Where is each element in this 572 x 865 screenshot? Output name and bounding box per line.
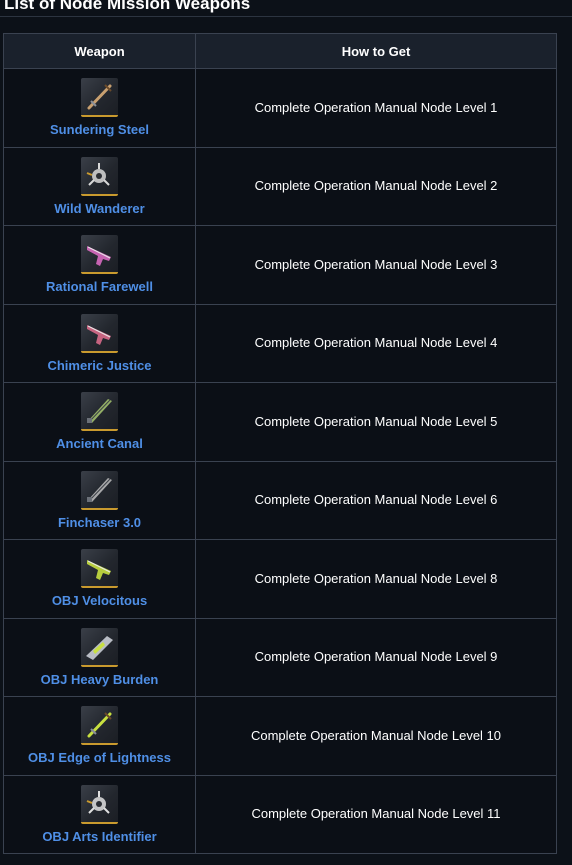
how-to-get-text: Complete Operation Manual Node Level 1 — [254, 99, 498, 115]
weapon-cell: Ancient Canal — [3, 382, 196, 462]
sword-icon — [83, 80, 116, 113]
weapon-thumbnail[interactable] — [81, 549, 118, 589]
table-row: OBJ Arts Identifier Complete Operation Ma… — [3, 774, 557, 854]
table-body: Sundering Steel Complete Operation Manual… — [3, 68, 557, 854]
how-to-get-text: Complete Operation Manual Node Level 9 — [254, 649, 498, 665]
how-to-get-cell: Complete Operation Manual Node Level 2 — [195, 146, 557, 226]
table-row: Rational Farewell Complete Operation Manu… — [3, 225, 557, 305]
weapon-name-link[interactable]: Finchaser 3.0 — [58, 515, 141, 530]
how-to-get-cell: Complete Operation Manual Node Level 11 — [195, 774, 557, 854]
how-to-get-cell: Complete Operation Manual Node Level 3 — [195, 225, 557, 305]
how-to-get-text: Complete Operation Manual Node Level 2 — [254, 178, 498, 194]
weapon-cell-content: Chimeric Justice — [4, 313, 195, 373]
page: List of Node Mission Weapons Weapon How … — [0, 0, 572, 865]
weapon-cell-content: OBJ Heavy Burden — [4, 627, 195, 687]
weapons-table: Weapon How to Get Sundering Steel Complet… — [3, 33, 557, 854]
how-to-get-cell: Complete Operation Manual Node Level 8 — [195, 539, 557, 619]
how-to-get-cell: Complete Operation Manual Node Level 4 — [195, 303, 557, 383]
weapon-cell: OBJ Velocitous — [3, 539, 196, 619]
how-to-get-cell: Complete Operation Manual Node Level 1 — [195, 68, 557, 148]
how-to-get-text: Complete Operation Manual Node Level 10 — [250, 727, 502, 743]
blade-icon — [83, 394, 116, 427]
weapon-cell-content: Ancient Canal — [4, 392, 195, 451]
spiked-orb-icon — [83, 159, 116, 192]
weapon-cell: OBJ Arts Identifier — [3, 774, 196, 854]
gun-icon — [83, 316, 116, 349]
weapon-thumbnail[interactable] — [81, 784, 118, 824]
sword-icon — [83, 708, 116, 741]
weapon-cell: Rational Farewell — [3, 225, 196, 305]
page-title: List of Node Mission Weapons — [4, 0, 251, 13]
weapon-thumbnail[interactable] — [81, 627, 118, 667]
weapon-cell-content: Wild Wanderer — [4, 156, 195, 216]
weapon-cell: OBJ Edge of Lightness — [3, 696, 196, 776]
table-row: Wild Wanderer Complete Operation Manual N… — [3, 146, 557, 226]
spiked-orb-icon — [83, 787, 116, 820]
title-divider — [0, 16, 572, 17]
how-to-get-cell: Complete Operation Manual Node Level 9 — [195, 617, 557, 697]
weapon-thumbnail[interactable] — [81, 706, 118, 746]
weapon-name-link[interactable]: Sundering Steel — [50, 122, 149, 137]
how-to-get-column-header: How to Get — [195, 33, 557, 69]
weapon-thumbnail[interactable] — [81, 235, 118, 275]
how-to-get-text: Complete Operation Manual Node Level 3 — [254, 256, 498, 272]
weapon-name-link[interactable]: OBJ Velocitous — [52, 593, 147, 608]
weapon-thumbnail[interactable] — [81, 470, 118, 510]
weapon-column-header: Weapon — [3, 33, 196, 69]
table-row: OBJ Velocitous Complete Operation Manual … — [3, 539, 557, 619]
weapon-cell: Sundering Steel — [3, 68, 196, 148]
table-row: Sundering Steel Complete Operation Manual… — [3, 68, 557, 148]
table-row: OBJ Heavy Burden Complete Operation Manua… — [3, 617, 557, 697]
how-to-get-text: Complete Operation Manual Node Level 5 — [254, 413, 498, 429]
weapon-name-link[interactable]: Chimeric Justice — [47, 358, 151, 373]
table-row: Ancient Canal Complete Operation Manual N… — [3, 382, 557, 462]
weapon-thumbnail[interactable] — [81, 156, 118, 196]
weapon-cell-content: OBJ Edge of Lightness — [4, 706, 195, 765]
weapon-cell-content: Sundering Steel — [4, 78, 195, 137]
weapon-name-link[interactable]: Rational Farewell — [46, 279, 153, 294]
weapon-cell-content: OBJ Arts Identifier — [4, 784, 195, 844]
weapon-cell: Finchaser 3.0 — [3, 460, 196, 540]
how-to-get-cell: Complete Operation Manual Node Level 10 — [195, 696, 557, 776]
weapon-name-link[interactable]: Ancient Canal — [56, 436, 143, 451]
how-to-get-cell: Complete Operation Manual Node Level 6 — [195, 460, 557, 540]
weapon-cell-content: Finchaser 3.0 — [4, 470, 195, 530]
table-header-row: Weapon How to Get — [3, 33, 557, 69]
table-row: Finchaser 3.0 Complete Operation Manual N… — [3, 460, 557, 540]
how-to-get-cell: Complete Operation Manual Node Level 5 — [195, 382, 557, 462]
weapon-name-link[interactable]: Wild Wanderer — [54, 201, 144, 216]
table-row: OBJ Edge of Lightness Complete Operation … — [3, 696, 557, 776]
weapon-cell: Chimeric Justice — [3, 303, 196, 383]
how-to-get-text: Complete Operation Manual Node Level 11 — [251, 806, 501, 822]
weapon-cell: Wild Wanderer — [3, 146, 196, 226]
weapon-name-link[interactable]: OBJ Heavy Burden — [41, 672, 159, 687]
weapon-thumbnail[interactable] — [81, 78, 118, 118]
how-to-get-text: Complete Operation Manual Node Level 6 — [254, 492, 498, 508]
weapon-cell-content: Rational Farewell — [4, 235, 195, 294]
greatsword-icon — [83, 630, 116, 663]
weapon-cell-content: OBJ Velocitous — [4, 549, 195, 608]
gun-icon — [83, 551, 116, 584]
weapon-name-link[interactable]: OBJ Arts Identifier — [42, 829, 156, 844]
weapon-thumbnail[interactable] — [81, 313, 118, 353]
weapon-name-link[interactable]: OBJ Edge of Lightness — [28, 750, 171, 765]
how-to-get-text: Complete Operation Manual Node Level 4 — [254, 335, 498, 351]
how-to-get-text: Complete Operation Manual Node Level 8 — [254, 570, 498, 586]
gun-icon — [83, 237, 116, 270]
weapon-cell: OBJ Heavy Burden — [3, 617, 196, 697]
blade-icon — [83, 473, 116, 506]
table-row: Chimeric Justice Complete Operation Manua… — [3, 303, 557, 383]
weapon-thumbnail[interactable] — [81, 392, 118, 432]
